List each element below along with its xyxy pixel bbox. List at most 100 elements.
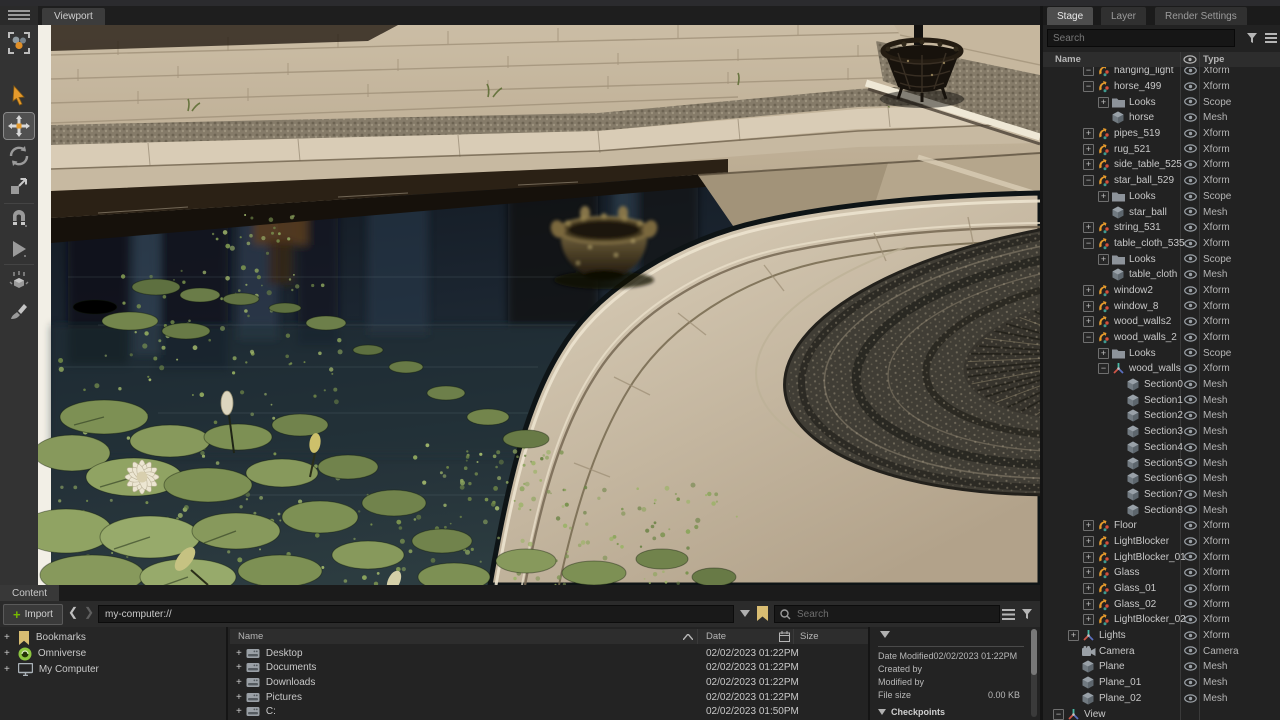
filter-icon[interactable] — [1246, 32, 1258, 44]
visibility-eye-icon[interactable] — [1184, 646, 1197, 658]
expand-icon[interactable]: + — [236, 706, 242, 717]
expand-icon[interactable]: + — [1083, 520, 1094, 531]
file-row[interactable]: +Pictures02/02/2023 01:22PM — [230, 690, 868, 705]
file-row[interactable]: +C:02/02/2023 01:50PM — [230, 704, 868, 719]
stage-tree-row[interactable]: Section6Mesh — [1043, 471, 1280, 487]
sort-ascending-icon[interactable] — [683, 634, 693, 640]
visibility-eye-icon[interactable] — [1184, 427, 1197, 439]
stage-tree-row[interactable]: +LightBlocker_02Xform — [1043, 612, 1280, 628]
select-tool-button[interactable] — [4, 83, 34, 109]
sidebar-item-my-computer[interactable]: +My Computer — [4, 662, 224, 677]
collapse-icon[interactable]: − — [1053, 709, 1064, 720]
visibility-eye-icon[interactable] — [1184, 443, 1197, 455]
stage-tree-row[interactable]: Section8Mesh — [1043, 502, 1280, 518]
stage-tree-row[interactable]: Section4Mesh — [1043, 440, 1280, 456]
move-tool-button[interactable] — [4, 113, 34, 139]
visibility-eye-icon[interactable] — [1184, 270, 1197, 282]
visibility-eye-icon[interactable] — [1184, 552, 1197, 564]
visibility-eye-icon[interactable] — [1184, 505, 1197, 517]
file-column-name[interactable]: Name — [238, 631, 263, 642]
expand-icon[interactable]: + — [4, 648, 10, 659]
sidebar-item-omniverse[interactable]: +Omniverse — [4, 646, 224, 661]
visibility-eye-icon[interactable] — [1184, 678, 1197, 690]
stage-search-input[interactable] — [1047, 29, 1235, 47]
details-scrollbar[interactable] — [1031, 629, 1037, 717]
column-name[interactable]: Name — [1055, 54, 1081, 65]
visibility-eye-icon[interactable] — [1184, 82, 1197, 94]
stage-tree-row[interactable]: Section3Mesh — [1043, 424, 1280, 440]
visibility-eye-icon[interactable] — [1184, 411, 1197, 423]
expand-icon[interactable]: + — [1083, 583, 1094, 594]
collapse-icon[interactable]: − — [1098, 363, 1109, 374]
stage-tree-row[interactable]: table_clothMesh — [1043, 267, 1280, 283]
stage-tree-row[interactable]: +window2Xform — [1043, 283, 1280, 299]
stage-tree-row[interactable]: −wood_wallsXform — [1043, 361, 1280, 377]
collapse-icon[interactable]: − — [1083, 238, 1094, 249]
visibility-eye-icon[interactable] — [1184, 537, 1197, 549]
visibility-eye-icon[interactable] — [1184, 458, 1197, 470]
expand-icon[interactable]: + — [1098, 97, 1109, 108]
stage-tree-row[interactable]: +Glass_01Xform — [1043, 581, 1280, 597]
stage-tree-row[interactable]: −View — [1043, 706, 1280, 720]
visibility-eye-icon[interactable] — [1184, 615, 1197, 627]
expand-icon[interactable]: + — [1083, 144, 1094, 155]
stage-tree-row[interactable]: +GlassXform — [1043, 565, 1280, 581]
tab-content[interactable]: Content — [0, 585, 59, 601]
stage-tree-row[interactable]: +LightsXform — [1043, 628, 1280, 644]
visibility-eye-icon[interactable] — [1184, 67, 1197, 78]
visibility-eye-icon[interactable] — [1184, 568, 1197, 580]
stage-tree-row[interactable]: Section5Mesh — [1043, 455, 1280, 471]
visibility-eye-icon[interactable] — [1184, 333, 1197, 345]
expand-icon[interactable]: + — [1083, 614, 1094, 625]
file-column-size[interactable]: Size — [800, 631, 818, 642]
visibility-eye-icon[interactable] — [1184, 160, 1197, 172]
stage-tree-row[interactable]: +LooksScope — [1043, 189, 1280, 205]
visibility-eye-icon[interactable] — [1184, 239, 1197, 251]
visibility-eye-icon[interactable] — [1184, 521, 1197, 533]
expand-icon[interactable]: + — [1098, 348, 1109, 359]
tab-layer[interactable]: Layer — [1101, 7, 1146, 25]
visibility-eye-icon[interactable] — [1184, 207, 1197, 219]
stage-tree-row[interactable]: +side_table_525Xform — [1043, 157, 1280, 173]
expand-icon[interactable]: + — [236, 662, 242, 673]
stage-tree-row[interactable]: −table_cloth_535Xform — [1043, 236, 1280, 252]
address-bar[interactable] — [98, 605, 734, 623]
play-button[interactable] — [4, 236, 34, 262]
app-menu-icon[interactable] — [8, 10, 30, 22]
visibility-eye-icon[interactable] — [1184, 474, 1197, 486]
expand-icon[interactable]: + — [4, 664, 10, 675]
selection-mode-button[interactable] — [4, 30, 34, 56]
nav-forward-button[interactable]: ❯ — [84, 605, 94, 619]
expand-icon[interactable]: + — [1068, 630, 1079, 641]
physics-tool-button[interactable] — [4, 268, 34, 294]
stage-tree-row[interactable]: +window_8Xform — [1043, 298, 1280, 314]
stage-tree-row[interactable]: horseMesh — [1043, 110, 1280, 126]
collapse-icon[interactable]: − — [1083, 332, 1094, 343]
collapse-details-icon[interactable] — [880, 631, 890, 638]
visibility-eye-icon[interactable] — [1184, 286, 1197, 298]
stage-tree-row[interactable]: PlaneMesh — [1043, 659, 1280, 675]
content-filter-icon[interactable] — [1021, 608, 1033, 620]
visibility-eye-icon[interactable] — [1184, 192, 1197, 204]
stage-tree-row[interactable]: +LightBlockerXform — [1043, 534, 1280, 550]
tab-viewport[interactable]: Viewport — [42, 8, 105, 25]
stage-tree-row[interactable]: +LightBlocker_01Xform — [1043, 549, 1280, 565]
visibility-eye-icon[interactable] — [1184, 599, 1197, 611]
visibility-eye-icon[interactable] — [1184, 380, 1197, 392]
expand-icon[interactable]: + — [1083, 567, 1094, 578]
file-row[interactable]: +Desktop02/02/2023 01:22PM — [230, 646, 868, 661]
tab-render-settings[interactable]: Render Settings — [1155, 7, 1247, 25]
stage-tree-row[interactable]: Section1Mesh — [1043, 392, 1280, 408]
stage-tree-row[interactable]: +LooksScope — [1043, 94, 1280, 110]
visibility-eye-icon[interactable] — [1184, 254, 1197, 266]
stage-tree-row[interactable]: +pipes_519Xform — [1043, 126, 1280, 142]
visibility-eye-icon[interactable] — [1184, 631, 1197, 643]
checkpoints-section[interactable]: Checkpoints — [878, 707, 1024, 717]
expand-icon[interactable]: + — [236, 677, 242, 688]
visibility-eye-icon[interactable] — [1184, 662, 1197, 674]
expand-icon[interactable]: + — [1083, 316, 1094, 327]
collapse-icon[interactable]: − — [1083, 67, 1094, 76]
nav-back-button[interactable]: ❮ — [68, 605, 78, 619]
stage-tree-row[interactable]: −horse_499Xform — [1043, 79, 1280, 95]
expand-icon[interactable]: + — [236, 692, 242, 703]
